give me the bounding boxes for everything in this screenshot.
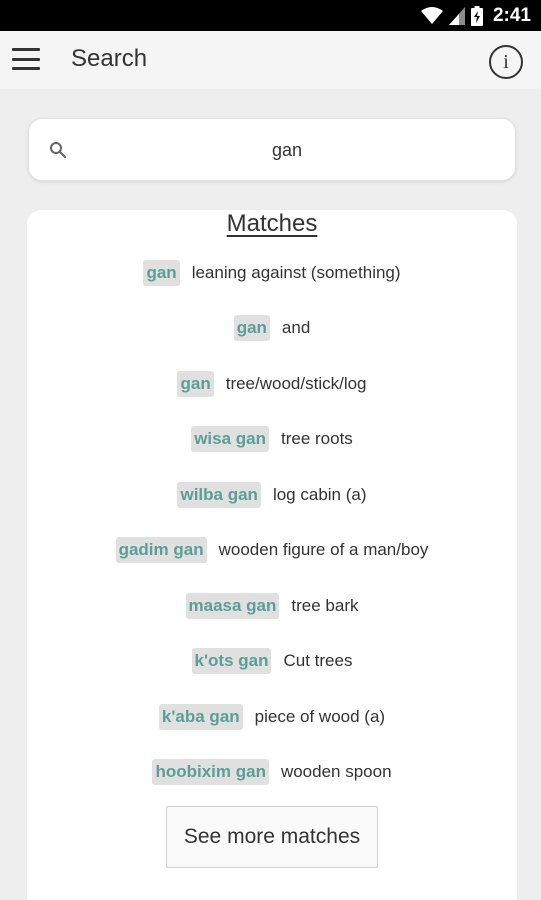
match-word[interactable]: wilba gan: [177, 481, 261, 508]
match-item[interactable]: wilba gan log cabin (a): [27, 467, 517, 523]
status-time: 2:41: [492, 4, 531, 26]
match-definition: log cabin (a): [272, 484, 367, 504]
match-item[interactable]: k'aba gan piece of wood (a): [27, 689, 517, 745]
match-word[interactable]: gan: [177, 370, 214, 397]
match-word[interactable]: k'ots gan: [191, 648, 272, 675]
status-icons: 2:41: [420, 0, 531, 31]
match-definition: and: [281, 318, 311, 338]
match-item[interactable]: gan leaning against (something): [27, 245, 517, 301]
matches-heading: Matches: [226, 210, 318, 237]
match-word[interactable]: wisa gan: [191, 426, 269, 453]
match-item[interactable]: gan tree/wood/stick/log: [27, 356, 517, 412]
hamburger-menu-icon[interactable]: [12, 48, 40, 70]
match-word[interactable]: gan: [233, 315, 270, 342]
match-definition: tree bark: [291, 595, 359, 615]
battery-icon: [470, 5, 483, 26]
match-item[interactable]: wisa gan tree roots: [27, 412, 517, 468]
search-bar: [28, 118, 516, 181]
wifi-icon: [420, 6, 443, 24]
match-definition: wooden figure of a man/boy: [218, 540, 429, 560]
match-definition: leaning against (something): [191, 262, 401, 282]
match-item[interactable]: maasa gan tree bark: [27, 578, 517, 634]
match-word[interactable]: gadim gan: [115, 537, 207, 564]
results-card: Matches gan leaning against (something) …: [27, 210, 517, 900]
match-item[interactable]: gadim gan wooden figure of a man/boy: [27, 523, 517, 579]
match-word[interactable]: hoobixim gan: [152, 759, 269, 786]
app-bar: Search i: [0, 31, 541, 89]
see-more-matches-button[interactable]: See more matches: [166, 806, 378, 868]
match-item[interactable]: k'ots gan Cut trees: [27, 634, 517, 690]
match-word[interactable]: k'aba gan: [158, 703, 243, 730]
match-definition: tree/wood/stick/log: [225, 373, 367, 393]
search-input[interactable]: [79, 133, 495, 167]
match-definition: Cut trees: [283, 651, 353, 671]
match-definition: wooden spoon: [280, 762, 392, 782]
match-item[interactable]: gan and: [27, 301, 517, 357]
match-definition: piece of wood (a): [254, 706, 386, 726]
match-definition: tree roots: [281, 429, 353, 449]
match-word[interactable]: gan: [143, 259, 180, 286]
page-title: Search: [71, 45, 148, 72]
match-word[interactable]: maasa gan: [185, 592, 280, 619]
search-icon: [50, 142, 67, 159]
match-list: gan leaning against (something) gan and …: [27, 245, 517, 800]
info-icon[interactable]: i: [489, 45, 523, 79]
signal-icon: [448, 6, 465, 25]
match-item[interactable]: hoobixim gan wooden spoon: [27, 745, 517, 801]
status-bar: 2:41: [0, 0, 541, 31]
